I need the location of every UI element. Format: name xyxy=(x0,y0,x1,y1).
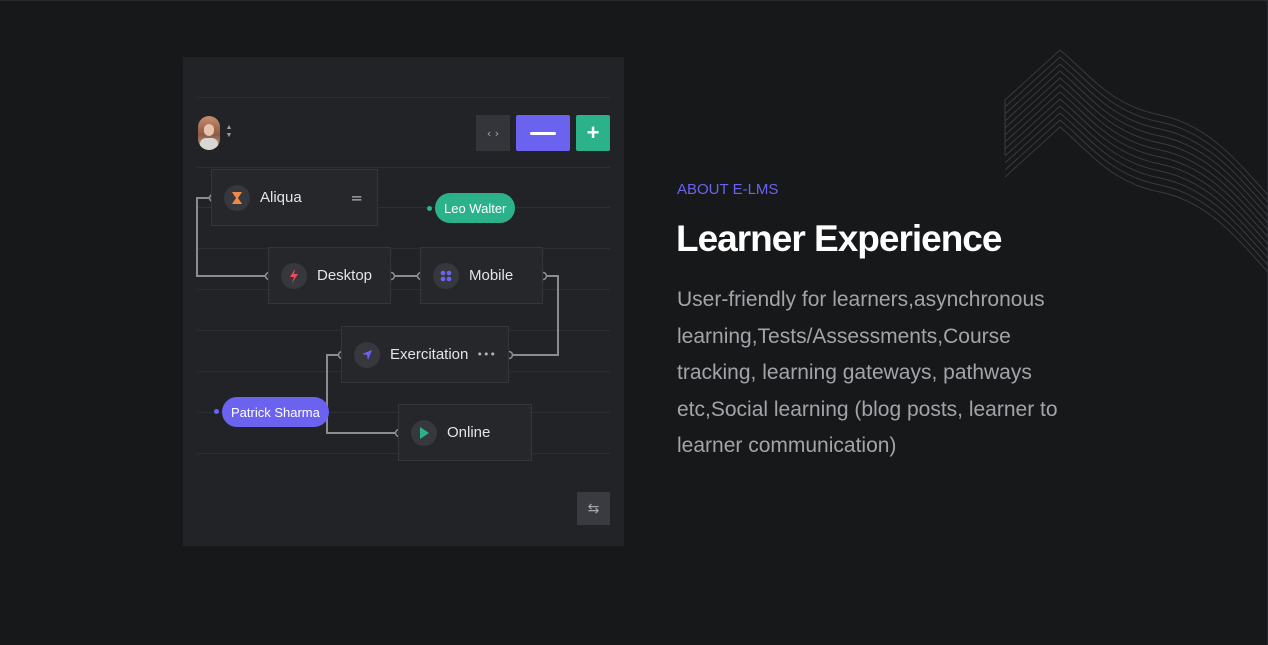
tag-patrick-sharma[interactable]: Patrick Sharma xyxy=(222,397,329,427)
node-label: Online xyxy=(447,424,491,441)
node-exercitation[interactable]: Exercitation ••• xyxy=(341,326,509,383)
workflow-panel: ▲ ▼ ‹ › + Aliqua = Desktop Mobile Exerci… xyxy=(183,57,624,546)
node-label: Desktop xyxy=(317,267,373,284)
node-mobile[interactable]: Mobile xyxy=(420,247,543,304)
more-options-icon[interactable]: ••• xyxy=(477,348,496,361)
node-label: Aliqua xyxy=(260,189,302,206)
drag-handle-icon[interactable]: = xyxy=(350,189,363,207)
navigation-arrow-icon xyxy=(354,341,380,368)
tag-label: Patrick Sharma xyxy=(231,404,320,420)
section-eyebrow: ABOUT E-LMS xyxy=(677,181,779,198)
node-desktop[interactable]: Desktop xyxy=(268,247,391,304)
decorative-waves xyxy=(1004,49,1268,273)
tag-label: Leo Walter xyxy=(444,200,507,216)
play-icon xyxy=(411,419,437,446)
top-border xyxy=(0,0,1268,1)
node-label: Exercitation xyxy=(390,346,469,363)
swap-arrows-icon: ⇆ xyxy=(587,500,600,517)
hourglass-icon xyxy=(224,184,250,211)
tag-dot xyxy=(214,409,219,414)
page-title: Learner Experience xyxy=(676,218,1002,259)
tag-leo-walter[interactable]: Leo Walter xyxy=(435,193,516,223)
connector-lines xyxy=(196,193,559,438)
tag-dot xyxy=(427,206,432,211)
node-aliqua[interactable]: Aliqua = xyxy=(211,169,378,226)
grid-dots-icon xyxy=(433,262,459,289)
node-label: Mobile xyxy=(469,267,514,284)
bolt-icon xyxy=(281,262,307,289)
swap-button[interactable]: ⇆ xyxy=(577,492,610,525)
node-online[interactable]: Online xyxy=(398,404,532,461)
